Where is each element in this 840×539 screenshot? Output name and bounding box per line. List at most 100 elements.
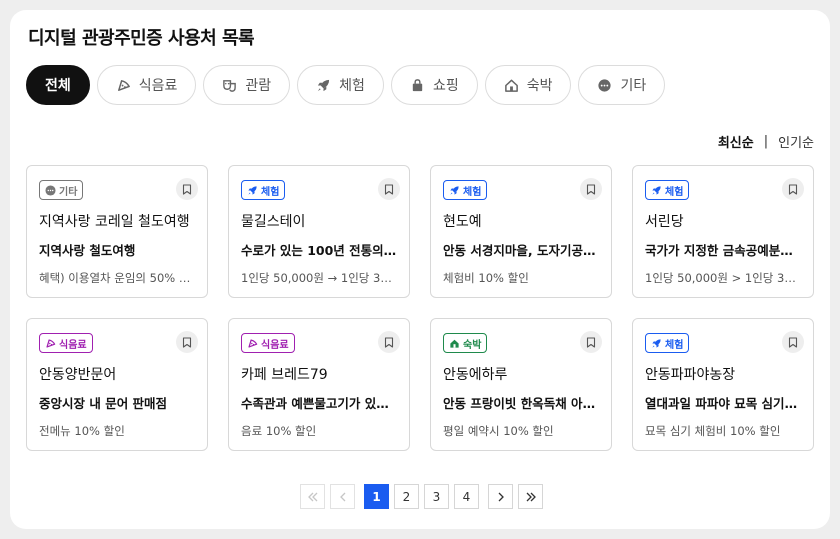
place-card[interactable]: 기타 지역사랑 코레일 철도여행 지역사랑 철도여행 혜택) 이용열차 운임의 …	[26, 165, 208, 298]
place-name: 안동에하루	[443, 367, 508, 383]
tab-food[interactable]: 식음료	[96, 65, 197, 105]
bookmark-button[interactable]	[782, 178, 804, 200]
place-description: 열대과일 파파야 묘목 심기 체험	[645, 396, 801, 411]
shopping-bag-icon	[412, 78, 423, 91]
place-card[interactable]: 체험 서린당 국가가 지정한 금속공예분야 명인 1인당 50,000원 > 1…	[632, 165, 814, 298]
place-card[interactable]: 숙박 안동에하루 안동 프랑이빗 한옥독채 아늑한 숙소 평일 예약시 10% …	[430, 318, 612, 451]
place-description: 안동 프랑이빗 한옥독채 아늑한 숙소	[443, 396, 599, 411]
bookmark-icon	[788, 336, 798, 348]
sort-latest[interactable]: 최신순	[718, 132, 754, 151]
place-card[interactable]: 식음료 안동양반문어 중앙시장 내 문어 판매점 전메뉴 10% 할인	[26, 318, 208, 451]
place-description: 중앙시장 내 문어 판매점	[39, 396, 168, 411]
bookmark-button[interactable]	[782, 331, 804, 353]
place-name: 서린당	[645, 214, 684, 230]
bookmark-button[interactable]	[378, 331, 400, 353]
place-benefit: 1인당 50,000원 → 1인당 30,000원	[241, 271, 397, 285]
place-benefit: 1인당 50,000원 > 1인당 30,000원	[645, 271, 801, 285]
bookmark-icon	[586, 183, 596, 195]
tab-etc[interactable]: 기타	[578, 65, 666, 105]
place-card[interactable]: 식음료 카페 브레드79 수족관과 예쁜물고기가 있는 카페 음료 10% 할인	[228, 318, 410, 451]
page-title: 디지털 관광주민증 사용처 목록	[28, 28, 255, 49]
place-name: 현도예	[443, 214, 482, 230]
bookmark-icon	[182, 336, 192, 348]
tab-experience[interactable]: 체험	[297, 65, 384, 105]
place-description: 안동 서경지마을, 도자기공방 체험	[443, 243, 599, 258]
place-benefit: 혜택) 이용열차 운임의 50% 상당 할인	[39, 271, 195, 285]
category-badge: 체험	[443, 180, 488, 200]
bookmark-icon	[384, 336, 394, 348]
category-badge: 기타	[39, 180, 84, 200]
tab-all[interactable]: 전체	[26, 65, 90, 105]
first-page-button[interactable]	[300, 484, 325, 509]
page-button-4[interactable]: 4	[454, 484, 479, 509]
pagination: 1 2 3 4	[300, 484, 543, 509]
tab-label: 기타	[620, 78, 647, 94]
place-benefit: 평일 예약시 10% 할인	[443, 424, 554, 438]
place-name: 지역사랑 코레일 철도여행	[39, 214, 190, 230]
tab-lodging[interactable]: 숙박	[484, 65, 572, 105]
rocket-icon	[652, 338, 661, 348]
place-name: 카페 브레드79	[241, 367, 328, 383]
bookmark-button[interactable]	[580, 331, 602, 353]
more-dots-icon	[45, 184, 56, 196]
category-tabs: 전체 식음료 관람 체험 쇼핑 숙박 기타	[26, 65, 666, 105]
place-name: 안동양반문어	[39, 367, 117, 383]
place-card[interactable]: 체험 안동파파야농장 열대과일 파파야 묘목 심기 체험 묘목 심기 체험비 1…	[632, 318, 814, 451]
badge-label: 식음료	[261, 339, 289, 351]
bookmark-button[interactable]	[378, 178, 400, 200]
house-icon	[450, 339, 459, 348]
bookmark-icon	[384, 183, 394, 195]
category-badge: 체험	[645, 180, 690, 200]
badge-label: 체험	[665, 339, 684, 351]
prev-page-button[interactable]	[330, 484, 355, 509]
rocket-icon	[318, 79, 330, 91]
place-list: 기타 지역사랑 코레일 철도여행 지역사랑 철도여행 혜택) 이용열차 운임의 …	[26, 165, 814, 451]
badge-label: 체험	[665, 186, 684, 198]
last-page-button[interactable]	[518, 484, 543, 509]
content-panel: 디지털 관광주민증 사용처 목록 전체 식음료 관람 체험 쇼핑 숙박 기타 최…	[10, 10, 830, 529]
theater-mask-icon	[223, 79, 237, 92]
page-button-1[interactable]: 1	[364, 484, 389, 509]
double-chevron-right-icon	[526, 492, 536, 501]
place-name: 안동파파야농장	[645, 367, 736, 383]
bookmark-button[interactable]	[176, 331, 198, 353]
rocket-icon	[652, 185, 661, 195]
sort-divider: |	[763, 134, 769, 149]
rocket-icon	[450, 185, 459, 195]
pizza-icon	[248, 338, 258, 348]
place-description: 국가가 지정한 금속공예분야 명인	[645, 243, 801, 258]
bookmark-icon	[182, 183, 192, 195]
bookmark-button[interactable]	[176, 178, 198, 200]
sort-options: 최신순 | 인기순	[718, 132, 814, 151]
place-name: 물길스테이	[241, 214, 306, 230]
sort-popular[interactable]: 인기순	[778, 132, 814, 151]
tab-label: 체험	[339, 78, 365, 94]
bookmark-icon	[788, 183, 798, 195]
chevron-right-icon	[498, 492, 504, 501]
place-benefit: 묘목 심기 체험비 10% 할인	[645, 424, 781, 438]
category-badge: 체험	[645, 333, 690, 353]
tab-label: 전체	[45, 78, 71, 94]
category-badge: 숙박	[443, 333, 488, 353]
tab-shopping[interactable]: 쇼핑	[390, 65, 478, 105]
page-button-3[interactable]: 3	[424, 484, 449, 509]
badge-label: 체험	[261, 186, 280, 198]
badge-label: 숙박	[463, 339, 482, 351]
place-description: 수족관과 예쁜물고기가 있는 카페	[241, 396, 397, 411]
pizza-icon	[46, 338, 56, 348]
place-description: 지역사랑 철도여행	[39, 243, 136, 258]
place-benefit: 체험비 10% 할인	[443, 271, 529, 285]
page-button-2[interactable]: 2	[394, 484, 419, 509]
badge-label: 기타	[59, 186, 78, 198]
double-chevron-left-icon	[307, 492, 317, 501]
place-benefit: 음료 10% 할인	[241, 424, 317, 438]
tab-viewing[interactable]: 관람	[203, 65, 291, 105]
rocket-icon	[248, 185, 257, 195]
place-description: 수로가 있는 100년 전통의 한옥	[241, 243, 397, 258]
place-card[interactable]: 체험 물길스테이 수로가 있는 100년 전통의 한옥 1인당 50,000원 …	[228, 165, 410, 298]
bookmark-button[interactable]	[580, 178, 602, 200]
next-page-button[interactable]	[488, 484, 513, 509]
category-badge: 식음료	[241, 333, 295, 353]
tab-label: 관람	[245, 78, 272, 94]
place-card[interactable]: 체험 현도예 안동 서경지마을, 도자기공방 체험 체험비 10% 할인	[430, 165, 612, 298]
